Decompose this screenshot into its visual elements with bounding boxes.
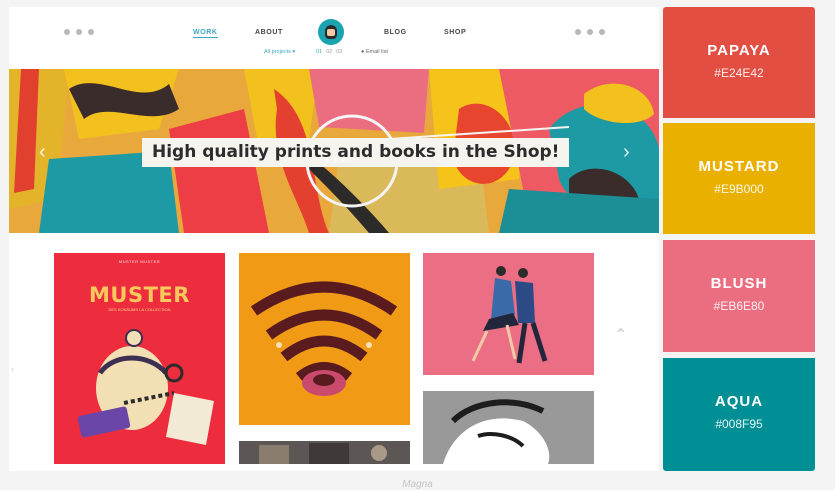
swatch-mustard: MUSTARD #E9B000 [663, 123, 815, 234]
portfolio-tile-couple[interactable] [423, 253, 594, 375]
portfolio-tile-face[interactable] [423, 391, 594, 464]
social-links-right [575, 29, 605, 35]
hero-banner: High quality prints and books in the Sho… [9, 69, 659, 233]
swatch-papaya: PAPAYA #E24E42 [663, 7, 815, 118]
vimeo-icon[interactable] [599, 29, 605, 35]
swatch-hex: #E24E42 [714, 66, 764, 80]
hero-prev-arrow[interactable]: ‹ [39, 141, 46, 164]
image-caption: Magna [402, 479, 433, 490]
hero-caption: High quality prints and books in the Sho… [142, 138, 570, 167]
hero-next-arrow[interactable]: › [623, 141, 630, 164]
swatch-name: PAPAYA [707, 42, 771, 59]
logo[interactable] [318, 19, 344, 45]
face-illustration [443, 399, 550, 464]
hero-dot-2[interactable] [333, 158, 337, 162]
hero-pagination-dots [325, 158, 345, 162]
dribbble-icon[interactable] [76, 29, 82, 35]
portfolio-tile-photo[interactable] [239, 441, 410, 464]
scroll-top-icon[interactable]: ⌃ [614, 325, 627, 345]
muster-illustration [77, 329, 214, 445]
pager-page-3[interactable]: 03 [336, 49, 342, 55]
swatch-hex: #008F95 [715, 417, 763, 431]
twitter-icon[interactable] [587, 29, 593, 35]
instagram-icon[interactable] [64, 29, 70, 35]
site-header: WORK ABOUT BLOG SHOP All projects ▾ 01 0… [9, 7, 659, 69]
nav-work[interactable]: WORK [193, 29, 218, 38]
swatch-name: AQUA [714, 393, 764, 410]
swatch-hex: #EB6E80 [713, 299, 765, 313]
hero-dot-1[interactable] [325, 158, 329, 162]
portfolio-tile-muster[interactable]: MUSTER MUSTER MUSTER DES KONSUMS LA COLL… [54, 253, 225, 464]
photo-thumbnail [239, 441, 410, 464]
pager-page-1[interactable]: 01 [316, 49, 322, 55]
hero-dot-3[interactable] [341, 158, 345, 162]
all-projects-dropdown[interactable]: All projects ▾ [264, 49, 295, 55]
swatch-blush: BLUSH #EB6E80 [663, 240, 815, 352]
swatch-hex: #E9B000 [714, 182, 764, 196]
nav-blog[interactable]: BLOG [384, 29, 407, 36]
nav-about[interactable]: ABOUT [255, 29, 283, 36]
facebook-icon[interactable] [575, 29, 581, 35]
social-links-left [64, 29, 94, 35]
couple-illustration [471, 266, 548, 364]
project-pager: 01 02 03 [316, 49, 342, 55]
swatch-aqua: AQUA #008F95 [663, 358, 815, 471]
pager-page-2[interactable]: 02 [326, 49, 332, 55]
behance-icon[interactable] [88, 29, 94, 35]
nav-shop[interactable]: SHOP [444, 29, 466, 36]
swatch-name: BLUSH [710, 275, 768, 292]
logo-face-icon [327, 29, 335, 36]
email-list-link[interactable]: ● Email list [361, 49, 388, 55]
left-scroll-hint-icon: › [11, 364, 14, 374]
wifi-illustration [250, 281, 398, 396]
portfolio-tile-wifi[interactable] [239, 253, 410, 425]
swatch-name: MUSTARD [698, 158, 780, 175]
